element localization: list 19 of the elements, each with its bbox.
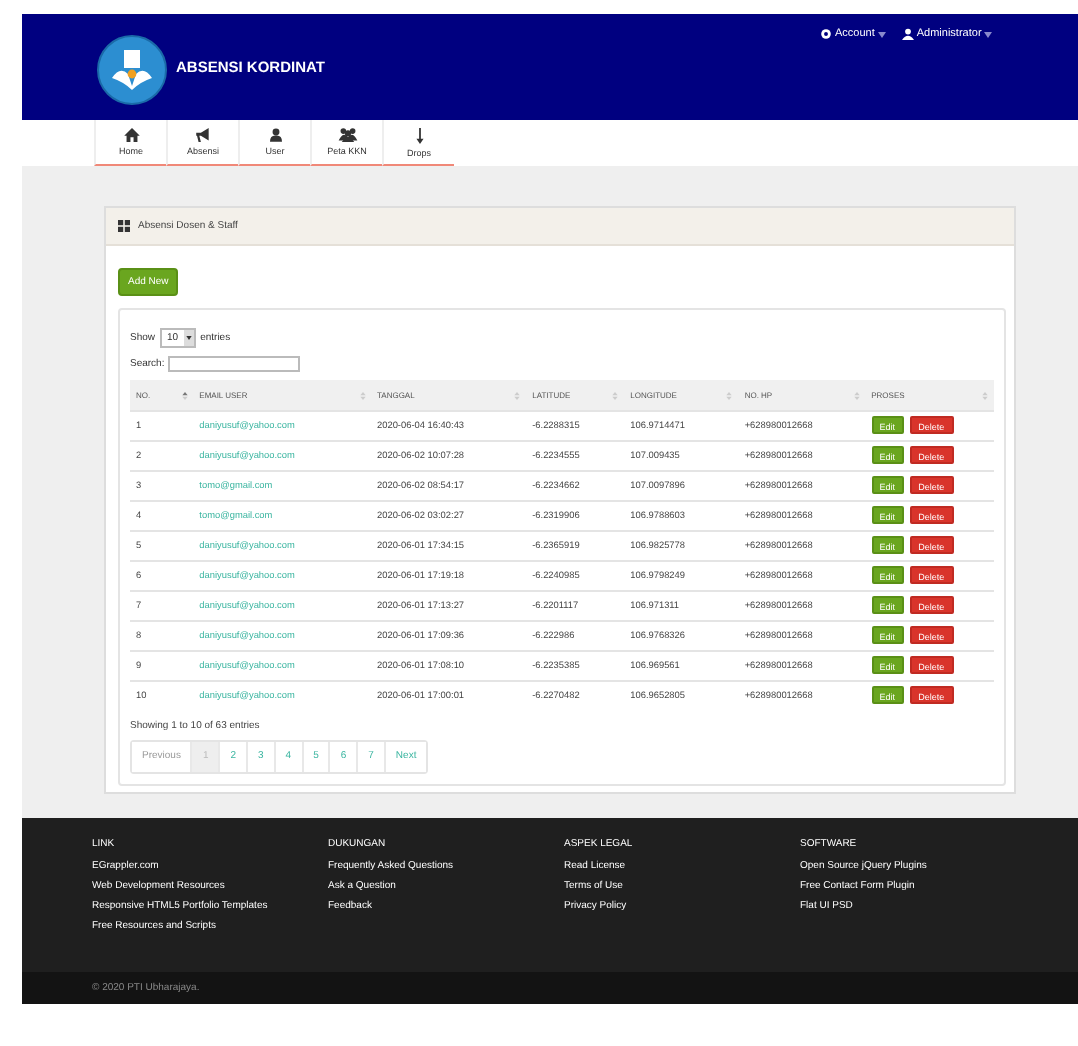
user-icon: [901, 28, 914, 40]
megaphone-icon: [195, 128, 211, 142]
caret-icon: [877, 31, 886, 37]
user-icon: [269, 128, 281, 142]
sort-icon: [982, 391, 988, 399]
sort-icon: [359, 391, 365, 399]
home-icon: [123, 128, 139, 142]
search-field[interactable]: [168, 356, 301, 372]
sort-icon: [181, 391, 188, 399]
caret-icon: [984, 31, 993, 37]
grid-icon: [118, 220, 130, 232]
sort-icon: [726, 391, 733, 399]
caret-icon: [186, 336, 193, 340]
sort-icon: [612, 391, 619, 399]
emblem-logo: [96, 33, 168, 105]
sort-icon: [853, 391, 860, 399]
sort-icon: [514, 391, 521, 399]
down-arrow-icon: [415, 127, 423, 143]
group-icon: [337, 128, 357, 142]
